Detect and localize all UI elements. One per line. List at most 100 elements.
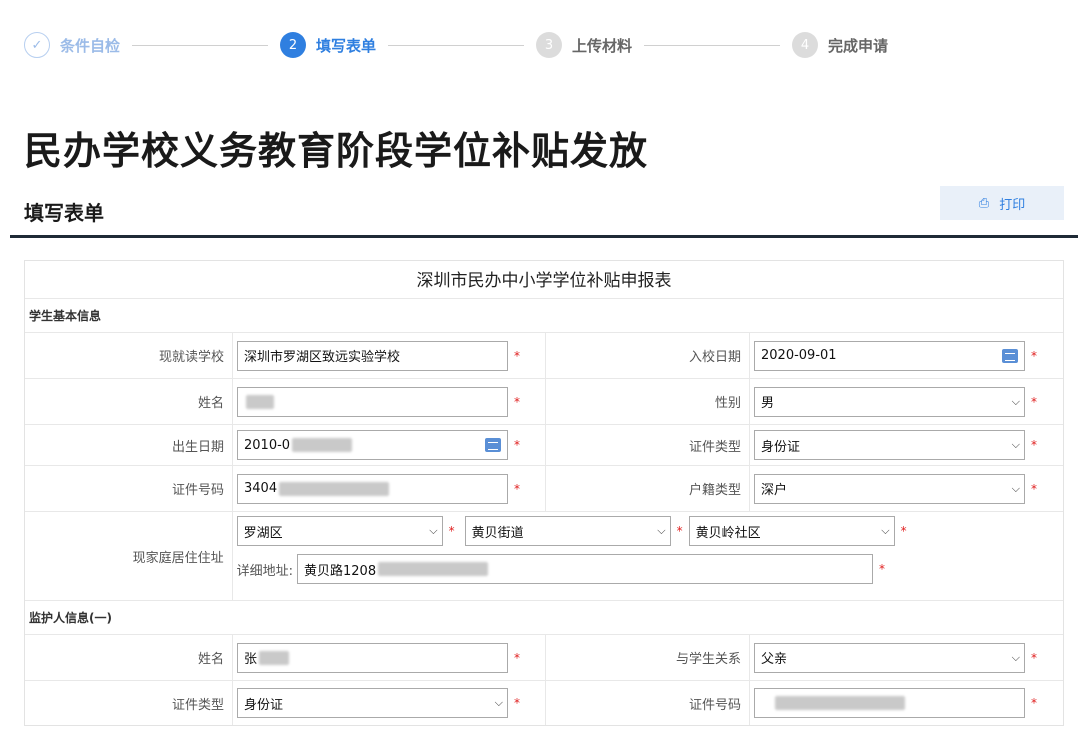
id-number-cell: 3404 * bbox=[233, 466, 545, 511]
guardian-id-number-label: 证件号码 bbox=[545, 681, 750, 725]
table-row: 姓名 张 * 与学生关系 父亲 ⌵ * bbox=[25, 635, 1063, 681]
gender-select[interactable]: 男 ⌵ bbox=[754, 386, 1025, 417]
address-cell: 罗湖区 ⌵ * 黄贝街道 ⌵ * 黄贝岭社区 ⌵ * 详细地址: 黄贝路1208 * bbox=[233, 512, 1063, 600]
student-name-input[interactable] bbox=[237, 386, 508, 417]
step-complete[interactable]: 4 完成申请 bbox=[792, 32, 888, 58]
group-guardian-info: 监护人信息(一) bbox=[25, 601, 1063, 635]
progress-stepper: ✓ 条件自检 2 填写表单 3 上传材料 4 完成申请 bbox=[24, 30, 888, 60]
address-label: 现家庭居住住址 bbox=[25, 512, 233, 600]
enroll-date-label: 入校日期 bbox=[545, 333, 750, 378]
required-mark: * bbox=[879, 562, 885, 576]
id-type-cell: 身份证 ⌵ * bbox=[750, 425, 1062, 465]
step-number: 2 bbox=[280, 32, 307, 58]
chevron-down-icon: ⌵ bbox=[1011, 650, 1020, 664]
chevron-down-icon: ⌵ bbox=[657, 524, 666, 537]
address-detail-line: 详细地址: 黄贝路1208 * bbox=[237, 554, 1059, 584]
step-connector bbox=[132, 44, 269, 46]
redacted-text bbox=[775, 696, 905, 710]
school-label: 现就读学校 bbox=[25, 333, 233, 378]
relation-cell: 父亲 ⌵ * bbox=[750, 635, 1062, 680]
district-select[interactable]: 罗湖区 ⌵ bbox=[236, 516, 443, 546]
step-label: 条件自检 bbox=[60, 36, 121, 55]
required-mark: * bbox=[514, 650, 520, 665]
table-row: 证件类型 身份证 ⌵ * 证件号码 * bbox=[25, 681, 1063, 725]
table-row: 出生日期 2010-0 * 证件类型 身份证 ⌵ * bbox=[25, 425, 1063, 466]
id-type-label: 证件类型 bbox=[545, 425, 750, 465]
group-student-info: 学生基本信息 bbox=[25, 299, 1063, 333]
required-mark: * bbox=[1031, 696, 1037, 710]
gender-cell: 男 ⌵ * bbox=[750, 379, 1062, 424]
step-connector bbox=[388, 44, 525, 46]
form-title: 深圳市民办中小学学位补贴申报表 bbox=[25, 261, 1063, 299]
step-number: 4 bbox=[792, 32, 819, 58]
print-label: 打印 bbox=[999, 197, 1026, 213]
detail-address-label: 详细地址: bbox=[236, 563, 293, 579]
required-mark: * bbox=[1031, 481, 1037, 496]
chevron-down-icon: ⌵ bbox=[1011, 394, 1020, 408]
guardian-id-type-label: 证件类型 bbox=[25, 681, 233, 725]
enroll-date-cell: 2020-09-01 * bbox=[750, 333, 1062, 378]
required-mark: * bbox=[514, 438, 520, 452]
printer-icon: ⎙ bbox=[978, 195, 990, 211]
hukou-type-select[interactable]: 深户 ⌵ bbox=[754, 473, 1025, 504]
community-select[interactable]: 黄贝岭社区 ⌵ bbox=[688, 516, 895, 546]
id-type-select[interactable]: 身份证 ⌵ bbox=[754, 430, 1025, 460]
address-selects: 罗湖区 ⌵ * 黄贝街道 ⌵ * 黄贝岭社区 ⌵ * bbox=[236, 516, 1059, 546]
street-select[interactable]: 黄贝街道 ⌵ bbox=[464, 516, 671, 546]
id-number-label: 证件号码 bbox=[25, 466, 233, 511]
birth-date-label: 出生日期 bbox=[25, 425, 233, 465]
guardian-name-input[interactable]: 张 bbox=[237, 642, 508, 673]
page-title: 民办学校义务教育阶段学位补贴发放 bbox=[24, 129, 649, 173]
birth-date-cell: 2010-0 * bbox=[233, 425, 545, 465]
table-row: 姓名 * 性别 男 ⌵ * bbox=[25, 379, 1063, 425]
id-number-input[interactable]: 3404 bbox=[237, 473, 508, 504]
calendar-icon[interactable] bbox=[485, 438, 501, 452]
redacted-text bbox=[292, 438, 353, 452]
guardian-id-type-select[interactable]: 身份证 ⌵ bbox=[237, 688, 508, 718]
student-name-label: 姓名 bbox=[25, 379, 233, 424]
chevron-down-icon: ⌵ bbox=[881, 524, 890, 537]
hukou-type-cell: 深户 ⌵ * bbox=[750, 466, 1062, 511]
redacted-text bbox=[246, 394, 274, 409]
table-row: 证件号码 3404 * 户籍类型 深户 ⌵ * bbox=[25, 466, 1063, 512]
guardian-id-number-cell: * bbox=[750, 681, 1062, 725]
enroll-date-input[interactable]: 2020-09-01 bbox=[754, 340, 1025, 371]
required-mark: * bbox=[514, 394, 520, 409]
student-name-cell: * bbox=[233, 379, 545, 424]
required-mark: * bbox=[514, 481, 520, 496]
hukou-type-label: 户籍类型 bbox=[545, 466, 750, 511]
step-label: 完成申请 bbox=[828, 36, 889, 55]
required-mark: * bbox=[1031, 650, 1037, 665]
section-divider bbox=[10, 235, 1078, 238]
step-condition-check[interactable]: ✓ 条件自检 bbox=[24, 32, 120, 58]
required-mark: * bbox=[676, 524, 683, 538]
required-mark: * bbox=[448, 524, 455, 538]
required-mark: * bbox=[1031, 348, 1037, 363]
table-row: 现就读学校 深圳市罗湖区致远实验学校 * 入校日期 2020-09-01 * bbox=[25, 333, 1063, 379]
birth-date-input[interactable]: 2010-0 bbox=[237, 430, 508, 460]
step-upload-material[interactable]: 3 上传材料 bbox=[536, 32, 632, 58]
guardian-name-label: 姓名 bbox=[25, 635, 233, 680]
required-mark: * bbox=[514, 348, 520, 363]
calendar-icon[interactable] bbox=[1002, 348, 1018, 363]
gender-label: 性别 bbox=[545, 379, 750, 424]
chevron-down-icon: ⌵ bbox=[1011, 481, 1020, 495]
detail-address-input[interactable]: 黄贝路1208 bbox=[297, 554, 873, 584]
table-row: 现家庭居住住址 罗湖区 ⌵ * 黄贝街道 ⌵ * 黄贝岭社区 ⌵ * 详细地址: 黄贝… bbox=[25, 512, 1063, 601]
relation-select[interactable]: 父亲 ⌵ bbox=[754, 642, 1025, 673]
required-mark: * bbox=[1031, 394, 1037, 409]
step-label: 上传材料 bbox=[572, 36, 633, 55]
step-fill-form[interactable]: 2 填写表单 bbox=[280, 32, 376, 58]
school-input[interactable]: 深圳市罗湖区致远实验学校 bbox=[237, 340, 508, 371]
chevron-down-icon: ⌵ bbox=[429, 524, 438, 537]
required-mark: * bbox=[1031, 438, 1037, 452]
chevron-down-icon: ⌵ bbox=[494, 696, 503, 709]
guardian-id-number-input[interactable] bbox=[754, 688, 1025, 718]
print-button[interactable]: ⎙ 打印 bbox=[940, 186, 1064, 220]
chevron-down-icon: ⌵ bbox=[1011, 438, 1020, 451]
section-title: 填写表单 bbox=[24, 201, 104, 225]
check-icon: ✓ bbox=[24, 32, 50, 58]
redacted-text bbox=[279, 481, 390, 496]
application-form: 深圳市民办中小学学位补贴申报表 学生基本信息 现就读学校 深圳市罗湖区致远实验学… bbox=[24, 260, 1064, 726]
redacted-text bbox=[378, 562, 489, 576]
